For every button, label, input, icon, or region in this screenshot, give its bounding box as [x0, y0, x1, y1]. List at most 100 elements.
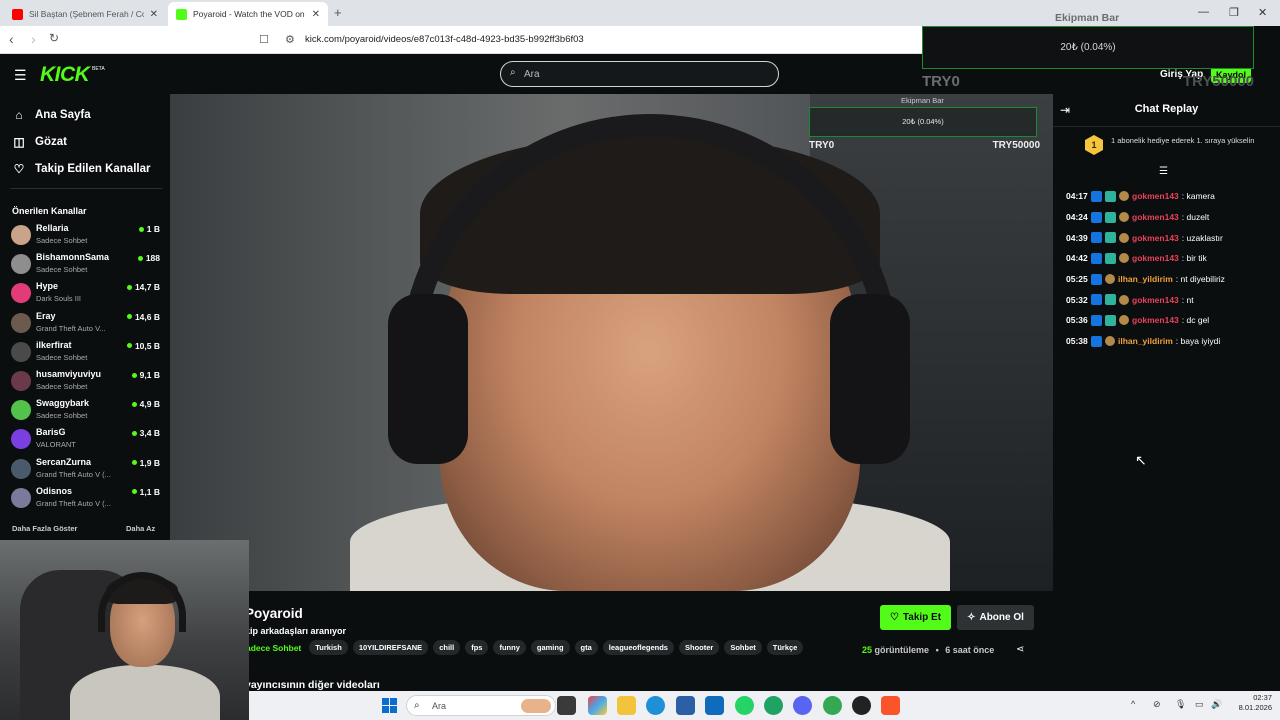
tag-chip[interactable]: Türkçe [766, 640, 804, 655]
viewer-count-value: 188 [145, 253, 160, 264]
streamer-name[interactable]: Poyaroid [245, 606, 303, 621]
menu-icon[interactable]: ☰ [14, 67, 27, 84]
discord-icon[interactable] [793, 696, 812, 715]
message-time: 04:24 [1066, 212, 1088, 223]
recommended-title: Önerilen Kanallar [12, 206, 87, 216]
chrome-icon[interactable] [764, 696, 783, 715]
show-more-button[interactable]: Daha Fazla Göster [12, 524, 77, 533]
chat-message: 05:36 gokmen143: dc gel [1066, 310, 1276, 331]
tag-chip[interactable]: funny [493, 640, 526, 655]
channel-item[interactable]: Rellaria Sadece Sohbet 1 B [11, 222, 161, 248]
channel-item[interactable]: Eray Grand Theft Auto V... 14,6 B [11, 310, 161, 336]
new-tab-button[interactable]: + [334, 5, 342, 20]
channel-category: Sadece Sohbet [36, 265, 88, 275]
tag-chip[interactable]: chill [433, 640, 461, 655]
tab-kick[interactable]: Poyaroid - Watch the VOD on ✕ [168, 2, 328, 26]
message-user[interactable]: ilhan_yildirim [1118, 274, 1173, 284]
live-dot-icon [126, 343, 132, 349]
whatsapp-icon[interactable] [735, 696, 754, 715]
tag-chip[interactable]: gaming [530, 640, 570, 655]
tag-chip[interactable]: fps [465, 640, 489, 655]
task-view-icon[interactable] [557, 696, 576, 715]
channel-item[interactable]: SercanZurna Grand Theft Auto V (... 1,9 B [11, 456, 161, 482]
brave-icon[interactable] [881, 696, 900, 715]
taskbar-search[interactable]: ⌕ Ara [406, 695, 556, 716]
url-text[interactable]: kick.com/poyaroid/videos/e87c013f-c48d-4… [305, 34, 584, 45]
copilot-icon[interactable] [588, 696, 607, 715]
close-icon[interactable]: ✕ [312, 9, 320, 20]
view-label: görüntüleme [874, 645, 930, 655]
tray-chevron-icon[interactable]: ^ [1131, 699, 1135, 709]
channel-item[interactable]: ilkerfirat Sadece Sohbet 10,5 B [11, 339, 161, 365]
viewer-count: 1,9 B [131, 458, 160, 468]
message-user[interactable]: ilhan_yildirim [1118, 336, 1173, 346]
moderator-badge-icon [1091, 211, 1102, 223]
clock[interactable]: 02:37 8.01.2026 [1232, 693, 1272, 713]
forward-icon[interactable]: › [31, 31, 36, 47]
close-window-icon[interactable]: ✕ [1258, 6, 1267, 19]
clock-date: 8.01.2026 [1238, 703, 1272, 712]
beta-badge: BETA [92, 66, 105, 72]
channel-category: Sadece Sohbet [36, 352, 88, 362]
site-info-icon[interactable]: ⚙ [285, 33, 295, 46]
equipment-bar-max: TRY50000 [1182, 73, 1254, 90]
channel-item[interactable]: Odisnos Grand Theft Auto V (... 1,1 B [11, 485, 161, 511]
kick-logo[interactable]: KICK [40, 63, 90, 87]
video-player[interactable]: Ekipman Bar 20₺ (0.04%) TRY0 TRY50000 [170, 94, 1053, 591]
nav-following[interactable]: ♡ Takip Edilen Kanallar [12, 162, 151, 176]
volume-icon[interactable]: 🔊 [1211, 699, 1222, 710]
windows-start-icon[interactable] [382, 698, 397, 713]
channel-name: BarisG [36, 427, 66, 438]
message-user[interactable]: gokmen143 [1132, 191, 1179, 201]
search-input[interactable]: ⌕ Ara [500, 61, 779, 87]
chrome-profile-icon[interactable] [823, 696, 842, 715]
reload-icon[interactable]: ↻ [49, 31, 59, 45]
message-user[interactable]: gokmen143 [1132, 212, 1179, 222]
channel-item[interactable]: Swaggybark Sadece Sohbet 4,9 B [11, 397, 161, 423]
outlook-icon[interactable] [705, 696, 724, 715]
store-icon[interactable] [676, 696, 695, 715]
file-explorer-icon[interactable] [617, 696, 636, 715]
show-less-button[interactable]: Daha Az [126, 524, 155, 533]
display-icon[interactable]: ▭ [1195, 699, 1204, 710]
subscribe-button[interactable]: ✧ Abone Ol [957, 605, 1034, 630]
microphone-icon[interactable]: 🎙 [1175, 699, 1186, 710]
edge-icon[interactable] [646, 696, 665, 715]
nav-home[interactable]: ⌂ Ana Sayfa [12, 108, 90, 122]
tag-chip[interactable]: 10YILDIREFSANE [352, 640, 429, 655]
channel-item[interactable]: BishamonnSama Sadece Sohbet 188 [11, 251, 161, 277]
message-user[interactable]: gokmen143 [1132, 315, 1179, 325]
pinned-gift-banner[interactable]: 1 1 abonelik hediye ederek 1. sıraya yük… [1085, 135, 1255, 159]
chat-message: 04:42 gokmen143: bir tik [1066, 248, 1276, 269]
channel-name: BishamonnSama [36, 252, 110, 263]
message-user[interactable]: gokmen143 [1132, 233, 1179, 243]
back-icon[interactable]: ‹ [9, 31, 14, 47]
tag-chip[interactable]: leagueoflegends [602, 640, 674, 655]
follow-button[interactable]: ♡ Takip Et [880, 605, 951, 630]
obs-icon[interactable] [852, 696, 871, 715]
channel-item[interactable]: BarisG VALORANT 3,4 B [11, 426, 161, 452]
tag-chip[interactable]: gta [574, 640, 598, 655]
channel-name: Rellaria [36, 223, 69, 233]
network-icon[interactable]: ⊘ [1153, 699, 1161, 710]
message-user[interactable]: gokmen143 [1132, 295, 1179, 305]
live-dot-icon [126, 284, 132, 290]
channel-category: Sadece Sohbet [36, 411, 88, 421]
channel-item[interactable]: husamviyuviyu Sadece Sohbet 9,1 B [11, 368, 161, 394]
tag-chip[interactable]: Turkish [309, 640, 348, 655]
tab-youtube[interactable]: Sil Baştan (Şebnem Ferah / Cover) - ✕ [4, 2, 166, 26]
message-user[interactable]: gokmen143 [1132, 253, 1179, 263]
viewer-count: 9,1 B [131, 370, 160, 380]
gifter-badge-icon [1119, 294, 1129, 305]
bookmark-icon[interactable]: ☐ [259, 33, 269, 46]
nav-browse[interactable]: ◫ Gözat [12, 135, 67, 149]
category-link[interactable]: adece Sohbet [246, 643, 301, 653]
viewer-count-value: 10,5 B [134, 340, 160, 351]
close-icon[interactable]: ✕ [150, 9, 158, 20]
channel-item[interactable]: Hype Dark Souls III 14,7 B [11, 280, 161, 306]
share-icon[interactable]: ⋖ [1016, 644, 1024, 655]
tag-chip[interactable]: Shooter [678, 640, 720, 655]
subscriber-badge-icon [1105, 232, 1116, 244]
tag-chip[interactable]: Sohbet [724, 640, 762, 655]
filter-icon[interactable]: ☰ [1159, 166, 1168, 177]
